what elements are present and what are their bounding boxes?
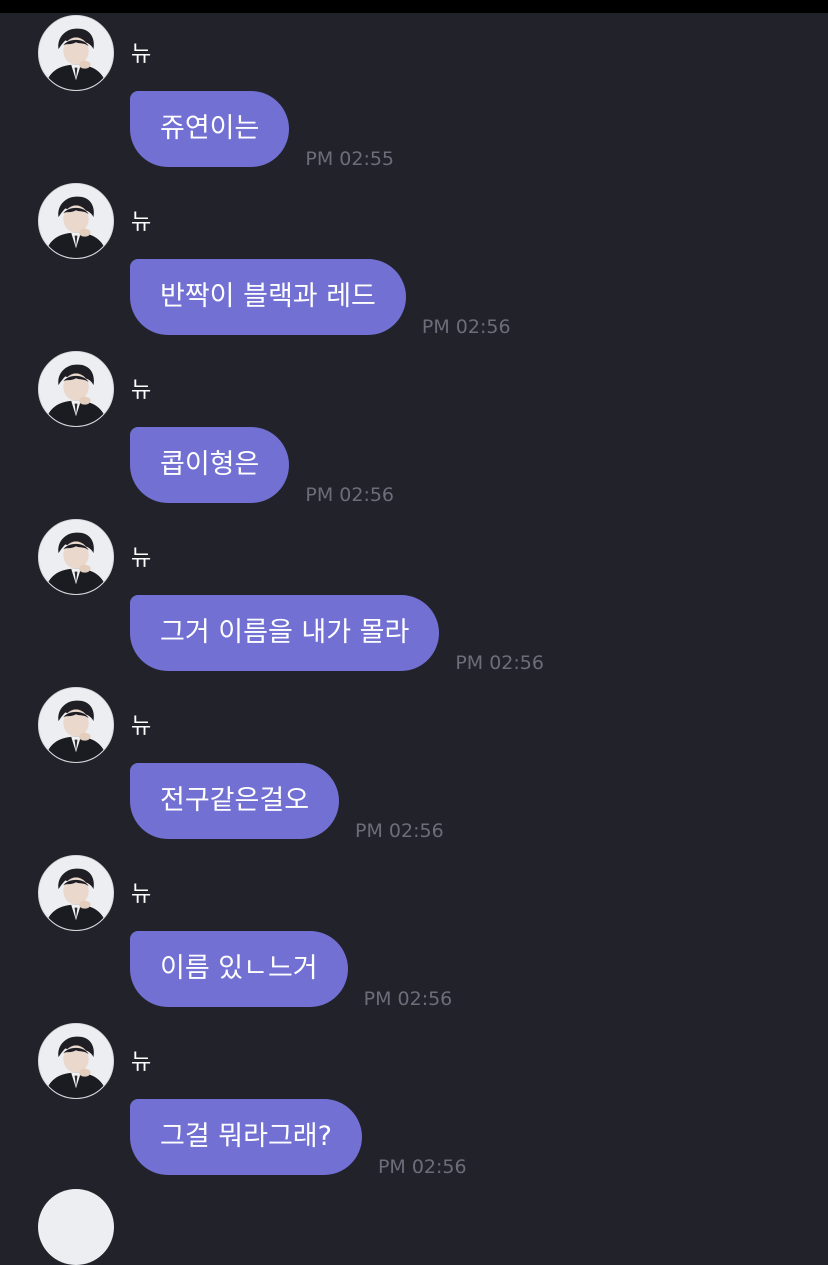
message-timestamp: PM 02:56 <box>455 652 544 674</box>
sender-name: 뉴 <box>131 42 152 67</box>
avatar[interactable] <box>38 351 114 427</box>
profile-photo-icon <box>39 1024 113 1098</box>
message-row: 그거 이름을 내가 몰라 PM 02:56 <box>130 595 544 674</box>
profile-photo-icon <box>39 184 113 258</box>
sender-name: 뉴 <box>131 546 152 571</box>
message-bubble[interactable]: 반짝이 블랙과 레드 <box>130 259 406 335</box>
chat-message: 뉴 그걸 뭐라그래? PM 02:56 <box>0 1021 828 1189</box>
message-bubble[interactable]: 전구같은걸오 <box>130 763 340 839</box>
sender-name: 뉴 <box>131 714 152 739</box>
avatar-partial <box>38 1189 114 1265</box>
message-timestamp: PM 02:56 <box>305 484 395 506</box>
message-row: 이름 있ㄴ느거 PM 02:56 <box>130 931 453 1010</box>
chat-message: 뉴 쥬연이는 PM 02:55 <box>0 13 828 181</box>
profile-photo-icon <box>39 688 113 762</box>
profile-photo-icon <box>39 520 113 594</box>
avatar[interactable] <box>38 855 114 931</box>
chat-message: 뉴 반짝이 블랙과 레드 PM 02:56 <box>0 181 828 349</box>
sender-name: 뉴 <box>131 1050 152 1075</box>
profile-photo-icon <box>39 856 113 930</box>
chat-message: 뉴 그거 이름을 내가 몰라 PM 02:56 <box>0 517 828 685</box>
message-timestamp: PM 02:56 <box>377 1156 467 1178</box>
profile-photo-icon <box>39 352 113 426</box>
chat-message: 뉴 콥이형은 PM 02:56 <box>0 349 828 517</box>
avatar[interactable] <box>38 519 114 595</box>
message-timestamp: PM 02:56 <box>355 820 444 842</box>
status-bar <box>0 0 828 13</box>
chat-message-list[interactable]: 뉴 쥬연이는 PM 02:55 뉴 반짝이 블랙과 레드 PM 02:56 뉴 … <box>0 13 828 1189</box>
message-bubble[interactable]: 그걸 뭐라그래? <box>130 1099 362 1175</box>
message-row: 쥬연이는 PM 02:55 <box>130 91 395 170</box>
message-bubble[interactable]: 이름 있ㄴ느거 <box>130 931 348 1007</box>
avatar[interactable] <box>38 15 114 91</box>
sender-name: 뉴 <box>131 210 152 235</box>
message-row: 전구같은걸오 PM 02:56 <box>130 763 444 842</box>
message-timestamp: PM 02:55 <box>305 148 395 170</box>
message-timestamp: PM 02:56 <box>421 316 511 338</box>
chat-message: 뉴 이름 있ㄴ느거 PM 02:56 <box>0 853 828 1021</box>
sender-name: 뉴 <box>131 378 152 403</box>
avatar[interactable] <box>38 183 114 259</box>
message-row: 콥이형은 PM 02:56 <box>130 427 395 506</box>
message-row: 그걸 뭐라그래? PM 02:56 <box>130 1099 467 1178</box>
avatar[interactable] <box>38 1023 114 1099</box>
chat-message: 뉴 전구같은걸오 PM 02:56 <box>0 685 828 853</box>
sender-name: 뉴 <box>131 882 152 907</box>
message-bubble[interactable]: 그거 이름을 내가 몰라 <box>130 595 440 671</box>
message-row: 반짝이 블랙과 레드 PM 02:56 <box>130 259 511 338</box>
message-bubble[interactable]: 쥬연이는 <box>130 91 290 167</box>
avatar[interactable] <box>38 687 114 763</box>
profile-photo-icon <box>39 16 113 90</box>
message-bubble[interactable]: 콥이형은 <box>130 427 290 503</box>
message-timestamp: PM 02:56 <box>363 988 453 1010</box>
